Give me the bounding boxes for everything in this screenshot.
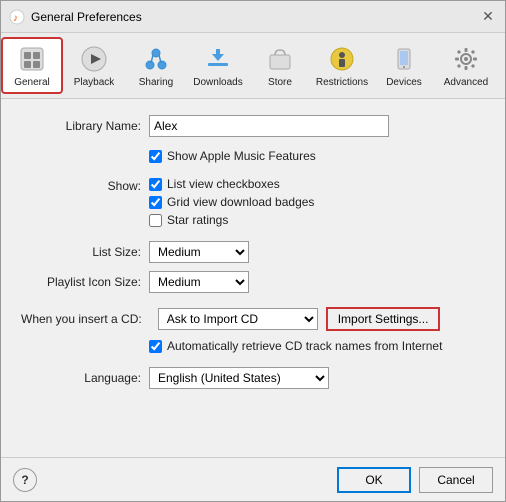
star-ratings-label: Star ratings (167, 213, 228, 227)
devices-icon (388, 43, 420, 75)
restrictions-icon (326, 43, 358, 75)
grid-view-row: Grid view download badges (149, 195, 314, 209)
toolbar-item-devices[interactable]: Devices (373, 37, 435, 94)
cancel-button[interactable]: Cancel (419, 467, 493, 493)
ok-button[interactable]: OK (337, 467, 411, 493)
playback-icon (78, 43, 110, 75)
language-label: Language: (21, 371, 141, 385)
downloads-icon (202, 43, 234, 75)
language-row: Language: English (United States) Spanis… (21, 367, 485, 389)
playlist-icon-size-row: Playlist Icon Size: Small Medium Large (21, 271, 485, 293)
bottom-right-buttons: OK Cancel (337, 467, 493, 493)
list-view-label: List view checkboxes (167, 177, 280, 191)
show-label: Show: (21, 177, 141, 193)
toolbar-label-advanced: Advanced (444, 77, 488, 88)
show-row: Show: List view checkboxes Grid view dow… (21, 177, 485, 227)
auto-retrieve-checkbox[interactable] (149, 340, 162, 353)
toolbar: General Playback (1, 33, 505, 99)
list-size-select[interactable]: Small Medium Large (149, 241, 249, 263)
toolbar-item-playback[interactable]: Playback (63, 37, 125, 94)
playlist-icon-size-label: Playlist Icon Size: (21, 275, 141, 289)
close-button[interactable]: ✕ (479, 8, 497, 26)
advanced-icon (450, 43, 482, 75)
toolbar-label-downloads: Downloads (193, 77, 242, 88)
main-content: Library Name: Show Apple Music Features … (1, 99, 505, 457)
library-name-label: Library Name: (21, 119, 141, 133)
auto-retrieve-checkbox-row: Automatically retrieve CD track names fr… (149, 339, 442, 353)
apple-music-checkbox-row: Show Apple Music Features (149, 149, 316, 163)
apple-music-row: Show Apple Music Features (149, 149, 485, 163)
list-size-label: List Size: (21, 245, 141, 259)
star-ratings-checkbox[interactable] (149, 214, 162, 227)
preferences-window: ♪ General Preferences ✕ General (0, 0, 506, 502)
list-size-row: List Size: Small Medium Large (21, 241, 485, 263)
toolbar-label-playback: Playback (74, 77, 115, 88)
language-select[interactable]: English (United States) Spanish French G… (149, 367, 329, 389)
cd-row: When you insert a CD: Ask to Import CD I… (21, 307, 485, 331)
grid-view-checkbox[interactable] (149, 196, 162, 209)
store-icon (264, 43, 296, 75)
toolbar-item-advanced[interactable]: Advanced (435, 37, 497, 94)
apple-music-checkbox[interactable] (149, 150, 162, 163)
app-icon: ♪ (9, 9, 25, 25)
star-ratings-row: Star ratings (149, 213, 314, 227)
toolbar-label-devices: Devices (386, 77, 422, 88)
list-view-row: List view checkboxes (149, 177, 314, 191)
library-name-input[interactable] (149, 115, 389, 137)
playlist-icon-size-select[interactable]: Small Medium Large (149, 271, 249, 293)
cd-label: When you insert a CD: (21, 312, 142, 326)
toolbar-item-sharing[interactable]: Sharing (125, 37, 187, 94)
sharing-icon (140, 43, 172, 75)
bottom-bar: ? OK Cancel (1, 457, 505, 501)
toolbar-item-store[interactable]: Store (249, 37, 311, 94)
title-bar: ♪ General Preferences ✕ (1, 1, 505, 33)
toolbar-item-restrictions[interactable]: Restrictions (311, 37, 373, 94)
list-view-checkbox[interactable] (149, 178, 162, 191)
toolbar-item-downloads[interactable]: Downloads (187, 37, 249, 94)
import-settings-button[interactable]: Import Settings... (326, 307, 441, 331)
help-button[interactable]: ? (13, 468, 37, 492)
title-bar-left: ♪ General Preferences (9, 9, 142, 25)
svg-text:♪: ♪ (13, 13, 18, 24)
window-title: General Preferences (31, 10, 142, 24)
show-checkboxes: List view checkboxes Grid view download … (149, 177, 314, 227)
grid-view-label: Grid view download badges (167, 195, 314, 209)
auto-retrieve-label: Automatically retrieve CD track names fr… (167, 339, 442, 353)
toolbar-label-restrictions: Restrictions (316, 77, 368, 88)
general-icon (16, 43, 48, 75)
library-name-row: Library Name: (21, 115, 485, 137)
auto-retrieve-row: Automatically retrieve CD track names fr… (149, 339, 485, 353)
cd-action-select[interactable]: Ask to Import CD Import CD Import CD and… (158, 308, 318, 330)
toolbar-label-sharing: Sharing (139, 77, 173, 88)
apple-music-label: Show Apple Music Features (167, 149, 316, 163)
toolbar-label-general: General (14, 77, 50, 88)
toolbar-label-store: Store (268, 77, 292, 88)
toolbar-item-general[interactable]: General (1, 37, 63, 94)
